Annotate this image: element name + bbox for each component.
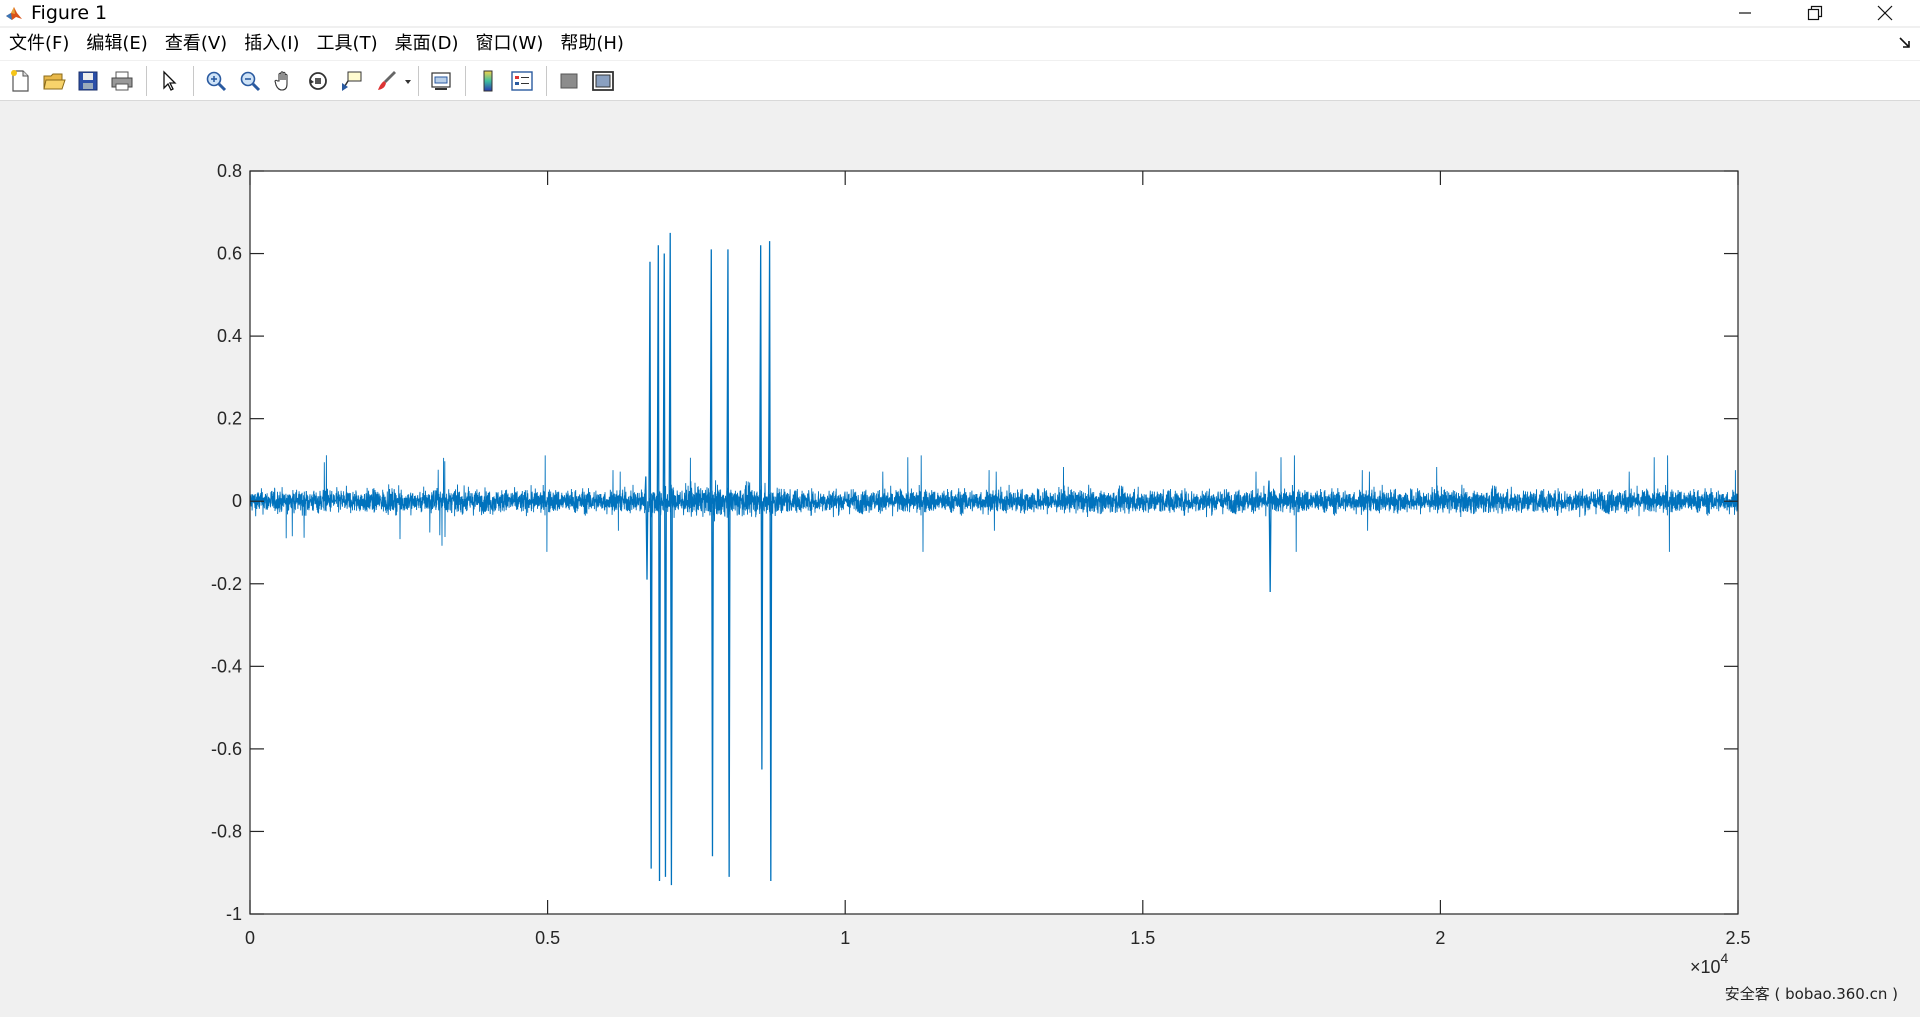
y-tick-label: 0.8 <box>217 161 242 181</box>
rotate-3d-icon <box>309 71 327 90</box>
matlab-icon <box>3 2 25 24</box>
y-tick-label: 0.4 <box>217 326 242 346</box>
restore-icon <box>1807 5 1823 21</box>
x-tick-label: 0 <box>245 928 255 948</box>
menu-help[interactable]: 帮助(H) <box>551 28 632 60</box>
y-tick-label: 0.6 <box>217 244 242 264</box>
print-button[interactable] <box>106 65 138 97</box>
brush-button[interactable] <box>370 65 402 97</box>
insert-legend-icon <box>511 70 533 91</box>
figure-window: Figure 1 文件(F) 编辑(E) 查看(V) 插入(I) 工具(T) 桌… <box>0 0 1920 1012</box>
dock-arrow-icon[interactable] <box>1898 36 1912 50</box>
save-icon <box>78 71 98 90</box>
menu-view[interactable]: 查看(V) <box>156 28 235 60</box>
minimize-button[interactable] <box>1710 0 1780 26</box>
toolbar-separator <box>193 65 194 96</box>
link-plot-icon <box>431 71 451 90</box>
watermark-text: 安全客 ( bobao.360.cn ) <box>1724 985 1898 1003</box>
new-figure-icon <box>11 69 29 92</box>
menu-insert[interactable]: 插入(I) <box>235 28 307 60</box>
rotate-3d-button[interactable] <box>302 65 334 97</box>
toolbar-separator <box>546 65 547 96</box>
line-chart[interactable]: 0 0.5 1 1.5 2 2.5 -1 -0.8 -0.6 -0.4 -0.2 0 0.2 0.4 0.6… <box>0 102 1920 1012</box>
menu-file[interactable]: 文件(F) <box>0 28 77 60</box>
print-icon <box>111 71 133 90</box>
zoom-in-icon <box>206 71 227 91</box>
edit-plot-button[interactable] <box>153 65 185 97</box>
x-tick-label: 2 <box>1435 928 1445 948</box>
y-tick-label: -0.8 <box>211 821 242 841</box>
insert-colorbar-icon <box>483 70 493 91</box>
show-plot-tools-button[interactable] <box>587 65 619 97</box>
menu-tools[interactable]: 工具(T) <box>308 28 386 60</box>
x-tick-label: 2.5 <box>1725 928 1750 948</box>
title-bar[interactable]: Figure 1 <box>0 0 1920 26</box>
y-tick-label: 0 <box>232 491 242 511</box>
x-tick-label: 1.5 <box>1130 928 1155 948</box>
figure-toolbar <box>0 61 1920 101</box>
menu-desktop[interactable]: 桌面(D) <box>386 28 467 60</box>
zoom-out-icon <box>240 71 261 91</box>
pan-hand-icon <box>274 70 288 91</box>
dropdown-arrow-icon[interactable] <box>404 69 412 93</box>
minimize-icon <box>1739 12 1751 14</box>
plot-area-background <box>250 171 1738 914</box>
x-exponent-label: ×104 <box>1690 950 1729 977</box>
close-icon <box>1877 5 1893 21</box>
edit-plot-arrow-icon <box>163 69 177 91</box>
menu-window[interactable]: 窗口(W) <box>467 28 552 60</box>
y-tick-label: -0.2 <box>211 574 242 594</box>
menu-bar: 文件(F) 编辑(E) 查看(V) 插入(I) 工具(T) 桌面(D) 窗口(W… <box>0 28 1920 60</box>
toolbar-separator <box>465 65 466 96</box>
window-title: Figure 1 <box>31 2 108 24</box>
close-button[interactable] <box>1850 0 1920 26</box>
show-plot-tools-icon <box>592 70 614 91</box>
hide-plot-tools-icon <box>560 73 578 88</box>
data-cursor-icon <box>342 71 362 91</box>
restore-button[interactable] <box>1780 0 1850 26</box>
figure-canvas: 0 0.5 1 1.5 2 2.5 -1 -0.8 -0.6 -0.4 -0.2 0 0.2 0.4 0.6… <box>0 102 1920 1012</box>
insert-colorbar-button[interactable] <box>472 65 504 97</box>
brush-icon <box>378 70 396 90</box>
open-file-button[interactable] <box>38 65 70 97</box>
y-tick-label: 0.2 <box>217 409 242 429</box>
new-figure-button[interactable] <box>4 65 36 97</box>
insert-legend-button[interactable] <box>506 65 538 97</box>
x-tick-label: 0.5 <box>535 928 560 948</box>
open-file-icon <box>43 73 66 89</box>
y-tick-label: -0.4 <box>211 656 242 676</box>
menu-edit[interactable]: 编辑(E) <box>77 28 155 60</box>
x-tick-label: 1 <box>840 928 850 948</box>
pan-button[interactable] <box>268 65 300 97</box>
y-tick-label: -1 <box>226 904 242 924</box>
zoom-out-button[interactable] <box>234 65 266 97</box>
save-button[interactable] <box>72 65 104 97</box>
link-plot-button[interactable] <box>425 65 457 97</box>
hide-plot-tools-button[interactable] <box>553 65 585 97</box>
data-cursor-button[interactable] <box>336 65 368 97</box>
toolbar-separator <box>146 65 147 96</box>
zoom-in-button[interactable] <box>200 65 232 97</box>
toolbar-separator <box>418 65 419 96</box>
y-tick-label: -0.6 <box>211 739 242 759</box>
